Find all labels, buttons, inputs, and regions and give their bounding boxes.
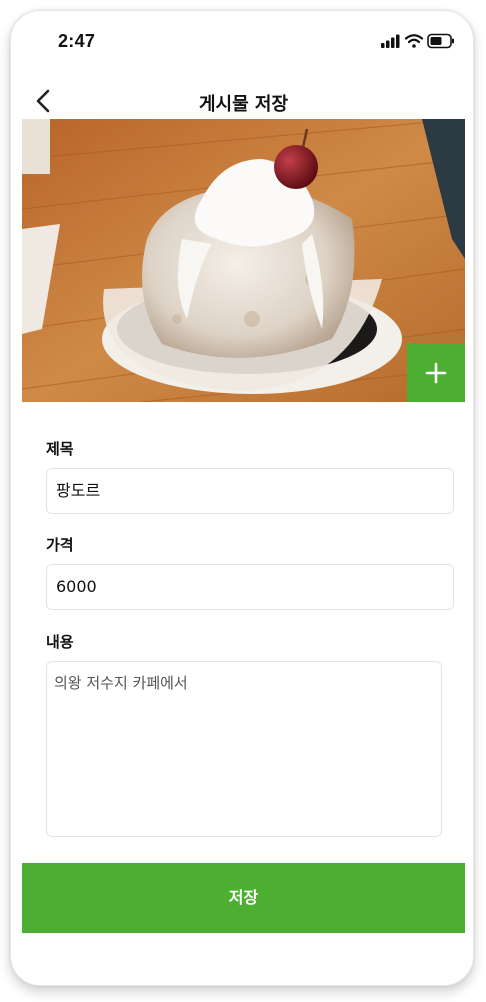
wifi-icon [404, 34, 424, 48]
status-time: 2:47 [58, 31, 96, 51]
dessert-photo [22, 119, 465, 402]
add-photo-button[interactable] [407, 343, 465, 402]
save-button[interactable]: 저장 [22, 863, 465, 933]
battery-icon [427, 33, 454, 49]
price-input[interactable]: 6000 [46, 564, 454, 610]
status-icons [381, 33, 455, 49]
title-input[interactable]: 팡도르 [46, 468, 454, 514]
plus-icon [425, 362, 447, 384]
page-title: 게시물 저장 [198, 94, 289, 115]
price-label: 가격 [46, 536, 74, 554]
content-textarea[interactable]: 의왕 저수지 카페에서 [46, 661, 442, 837]
title-label: 제목 [46, 440, 74, 458]
phone-frame: 2:47 게시물 저장 제목 팡도르 가격 6000 내용 의왕 저수지 카페에… [10, 10, 474, 986]
cellular-signal-icon [381, 34, 400, 48]
content-label: 내용 [46, 633, 74, 651]
post-photo [22, 119, 465, 402]
status-bar: 2:47 [11, 11, 473, 69]
